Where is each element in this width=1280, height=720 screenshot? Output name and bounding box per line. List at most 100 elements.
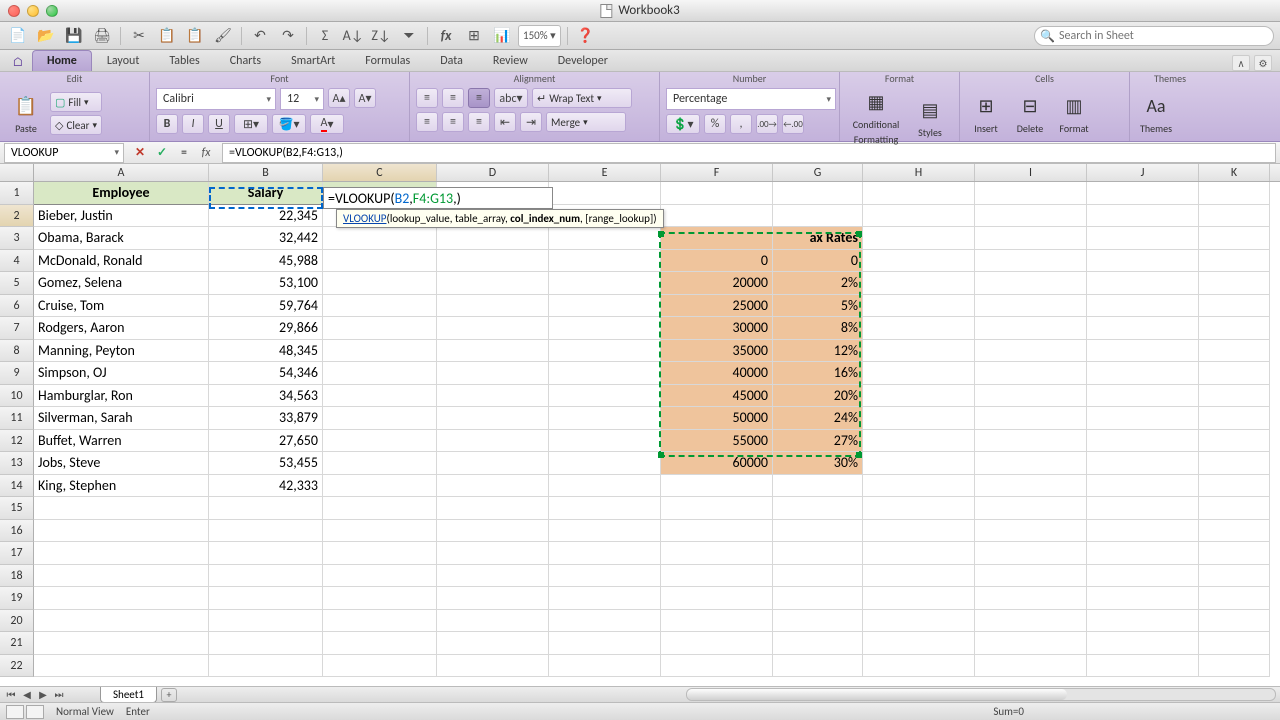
row-header-5[interactable]: 5 — [0, 272, 34, 295]
cell[interactable] — [209, 520, 323, 543]
row-header-22[interactable]: 22 — [0, 655, 34, 678]
cell[interactable] — [661, 610, 773, 633]
cell[interactable] — [34, 542, 209, 565]
cell[interactable] — [549, 655, 661, 678]
tab-developer[interactable]: Developer — [543, 50, 623, 71]
cell[interactable] — [661, 632, 773, 655]
cell[interactable] — [549, 272, 661, 295]
cell[interactable] — [863, 655, 975, 678]
normal-view-icon[interactable] — [6, 705, 24, 719]
cell[interactable] — [1199, 520, 1270, 543]
row-header-3[interactable]: 3 — [0, 227, 34, 250]
cell[interactable] — [975, 385, 1087, 408]
cell[interactable] — [1199, 317, 1270, 340]
cell[interactable] — [975, 430, 1087, 453]
cell[interactable] — [773, 182, 863, 205]
cell[interactable] — [975, 227, 1087, 250]
cell[interactable]: Silverman, Sarah — [34, 407, 209, 430]
font-color-button[interactable]: A▾ — [310, 114, 344, 134]
add-sheet-button[interactable]: + — [161, 688, 177, 702]
cell[interactable] — [549, 227, 661, 250]
row-header-6[interactable]: 6 — [0, 295, 34, 318]
cell[interactable] — [773, 497, 863, 520]
cell[interactable] — [1087, 385, 1199, 408]
cell[interactable] — [1199, 497, 1270, 520]
cell[interactable] — [323, 362, 437, 385]
cell[interactable]: 55000 — [661, 430, 773, 453]
orientation-icon[interactable]: abc▾ — [494, 88, 528, 108]
row-header-4[interactable]: 4 — [0, 250, 34, 273]
show-formulas-icon[interactable]: ⊞ — [462, 25, 486, 47]
ribbon-settings-icon[interactable]: ⚙ — [1254, 55, 1272, 71]
fill-button[interactable]: ▢Fill▾ — [50, 92, 102, 112]
cell[interactable] — [1087, 610, 1199, 633]
cell[interactable] — [549, 520, 661, 543]
cell[interactable]: ax Rates — [773, 227, 863, 250]
cell[interactable]: 60000 — [661, 452, 773, 475]
cell[interactable] — [437, 362, 549, 385]
cell[interactable]: Jobs, Steve — [34, 452, 209, 475]
cell[interactable] — [863, 610, 975, 633]
cell[interactable] — [1087, 542, 1199, 565]
copy-icon[interactable]: 📋 — [155, 25, 179, 47]
cell[interactable] — [661, 655, 773, 678]
cell[interactable] — [437, 610, 549, 633]
cell[interactable] — [1087, 475, 1199, 498]
cell[interactable] — [773, 587, 863, 610]
col-header-c[interactable]: C — [323, 164, 437, 181]
fill-color-button[interactable]: 🪣▾ — [272, 114, 306, 134]
cell[interactable] — [975, 295, 1087, 318]
cell[interactable] — [323, 295, 437, 318]
italic-button[interactable]: I — [182, 114, 204, 134]
cell[interactable] — [773, 475, 863, 498]
cell[interactable]: 32,442 — [209, 227, 323, 250]
chart-icon[interactable]: 📊 — [490, 25, 514, 47]
paste-button[interactable]: 📋Paste — [6, 92, 46, 135]
filter-icon[interactable]: ⏷ — [397, 25, 421, 47]
cell[interactable] — [863, 205, 975, 228]
cell[interactable] — [773, 610, 863, 633]
cell[interactable] — [975, 475, 1087, 498]
cell[interactable] — [863, 385, 975, 408]
tab-home[interactable]: Home — [32, 50, 92, 71]
search-input[interactable] — [1034, 26, 1274, 46]
cell[interactable] — [437, 475, 549, 498]
cell[interactable] — [323, 407, 437, 430]
cell[interactable] — [437, 272, 549, 295]
cell[interactable]: Rodgers, Aaron — [34, 317, 209, 340]
cell[interactable]: 0 — [773, 250, 863, 273]
cell[interactable] — [1199, 227, 1270, 250]
cell[interactable]: 27% — [773, 430, 863, 453]
cell[interactable] — [323, 227, 437, 250]
cell[interactable] — [863, 340, 975, 363]
themes-button[interactable]: AaThemes — [1136, 92, 1176, 135]
row-header-8[interactable]: 8 — [0, 340, 34, 363]
cell[interactable] — [549, 250, 661, 273]
cell[interactable] — [1087, 587, 1199, 610]
cell[interactable] — [863, 272, 975, 295]
cell[interactable] — [549, 565, 661, 588]
cell[interactable] — [1199, 475, 1270, 498]
cell[interactable]: King, Stephen — [34, 475, 209, 498]
tab-layout[interactable]: Layout — [92, 50, 155, 71]
row-header-9[interactable]: 9 — [0, 362, 34, 385]
cell[interactable] — [863, 430, 975, 453]
cell[interactable] — [661, 497, 773, 520]
cell[interactable] — [1087, 295, 1199, 318]
delete-button[interactable]: ⊟Delete — [1010, 92, 1050, 135]
cell[interactable] — [975, 407, 1087, 430]
cell[interactable] — [863, 520, 975, 543]
cell[interactable]: McDonald, Ronald — [34, 250, 209, 273]
row-header-1[interactable]: 1 — [0, 182, 34, 205]
align-center-icon[interactable]: ≡ — [442, 112, 464, 132]
cell[interactable] — [975, 317, 1087, 340]
cell[interactable] — [323, 542, 437, 565]
cell[interactable]: Hamburglar, Ron — [34, 385, 209, 408]
cell[interactable] — [549, 407, 661, 430]
cell[interactable] — [1087, 655, 1199, 678]
cell[interactable] — [863, 250, 975, 273]
cell[interactable] — [1199, 182, 1270, 205]
cell[interactable] — [209, 632, 323, 655]
cell[interactable] — [209, 565, 323, 588]
cell[interactable] — [323, 565, 437, 588]
